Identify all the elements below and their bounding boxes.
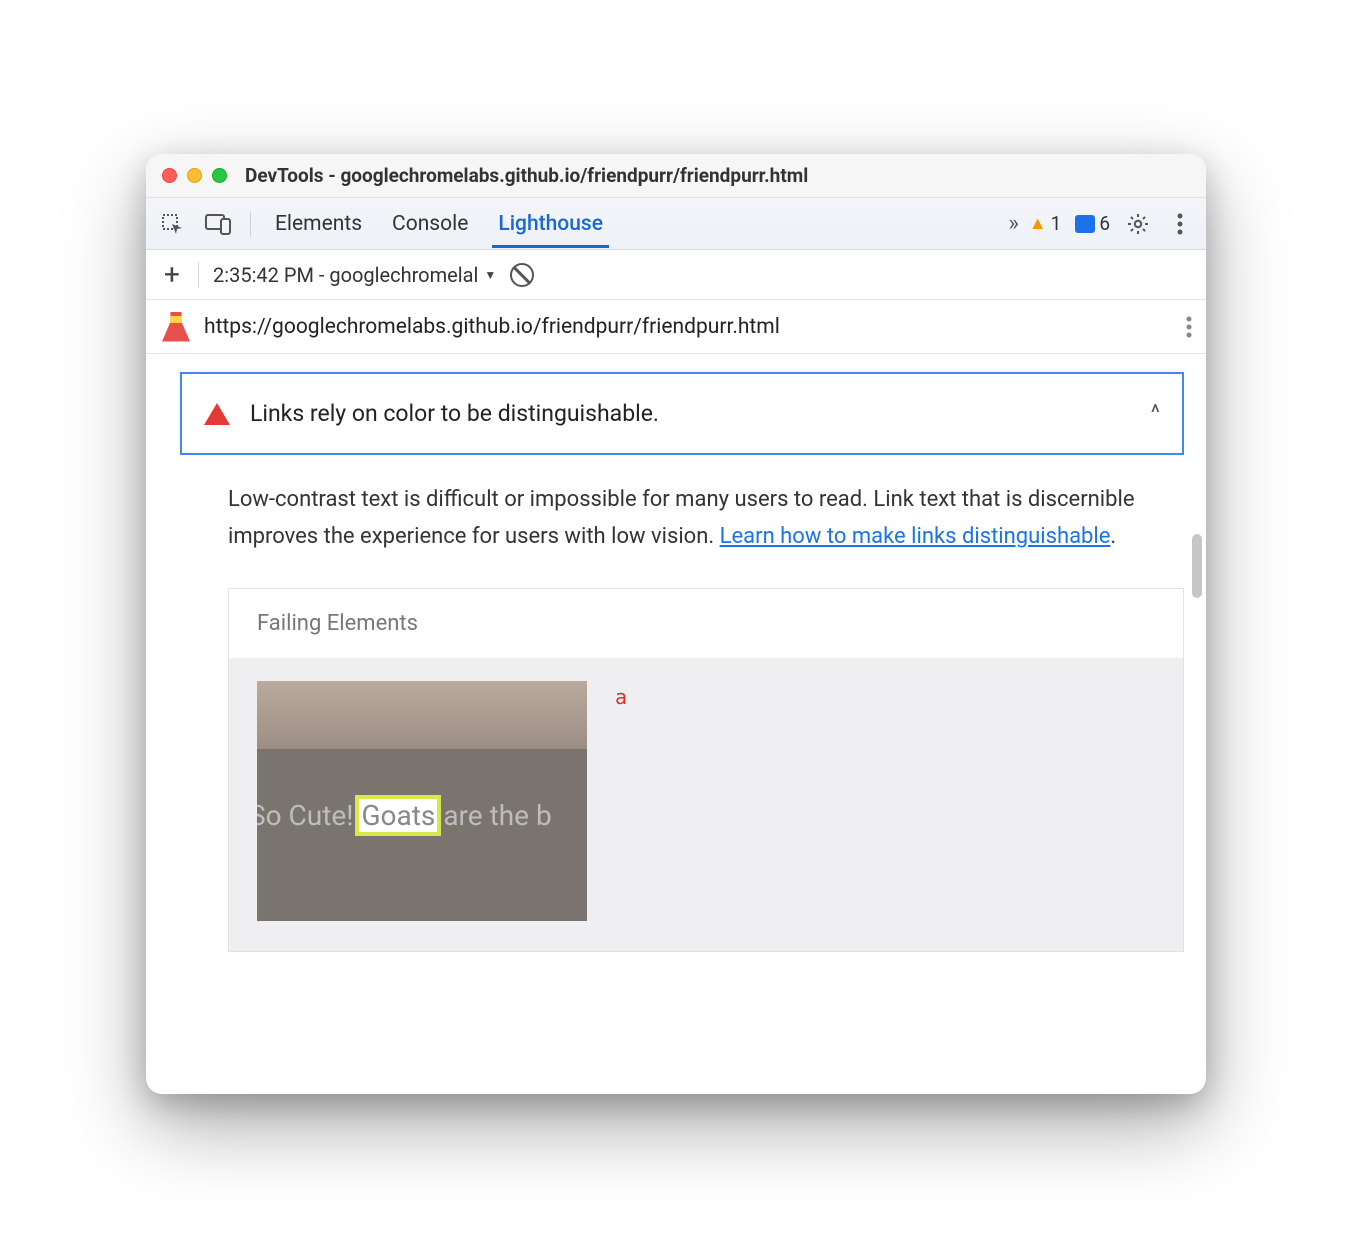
window-controls (162, 168, 227, 183)
report-url-row: https://googlechromelabs.github.io/frien… (146, 300, 1206, 354)
screenshot-text-pre: So Cute! (257, 799, 353, 832)
window-titlebar: DevTools - googlechromelabs.github.io/fr… (146, 154, 1206, 198)
report-url: https://googlechromelabs.github.io/frien… (204, 315, 780, 339)
lighthouse-icon (162, 312, 190, 342)
settings-icon[interactable] (1124, 210, 1152, 238)
window-title: DevTools - googlechromelabs.github.io/fr… (245, 164, 808, 187)
audit-description: Low-contrast text is difficult or imposs… (180, 481, 1184, 556)
screenshot-highlight: Goats (359, 799, 437, 832)
element-screenshot[interactable]: So Cute! Goats are the b (257, 681, 587, 921)
failing-elements-body: So Cute! Goats are the b a (229, 659, 1183, 951)
lighthouse-subbar: + 2:35:42 PM - googlechromelal ▼ (146, 250, 1206, 300)
failing-element-tag[interactable]: a (615, 681, 627, 709)
report-selector-label: 2:35:42 PM - googlechromelal (213, 263, 478, 287)
dropdown-icon: ▼ (484, 268, 496, 282)
audit-summary[interactable]: Links rely on color to be distinguishabl… (180, 372, 1184, 455)
subbar-divider (198, 262, 199, 288)
devtools-toolbar: Elements Console Lighthouse » ▲ 1 6 (146, 198, 1206, 250)
failing-elements-heading: Failing Elements (229, 589, 1183, 659)
inspect-element-icon[interactable] (158, 210, 186, 238)
report-content: Links rely on color to be distinguishabl… (146, 354, 1206, 1094)
devtools-window: DevTools - googlechromelabs.github.io/fr… (146, 154, 1206, 1094)
warnings-badge[interactable]: ▲ 1 (1029, 212, 1062, 235)
report-selector[interactable]: 2:35:42 PM - googlechromelal ▼ (213, 263, 496, 287)
toolbar-divider (250, 211, 251, 237)
warning-icon: ▲ (1029, 213, 1047, 234)
screenshot-text-post: are the b (443, 799, 551, 832)
learn-more-link[interactable]: Learn how to make links distinguishable (720, 524, 1111, 549)
failing-elements-panel: Failing Elements So Cute! Goats are the … (228, 588, 1184, 952)
more-tabs-icon[interactable]: » (1008, 211, 1014, 236)
tab-lighthouse[interactable]: Lighthouse (492, 200, 609, 248)
minimize-window-button[interactable] (187, 168, 202, 183)
audit-title: Links rely on color to be distinguishabl… (250, 400, 1131, 427)
clear-report-icon[interactable] (510, 263, 534, 287)
issues-count: 6 (1099, 212, 1110, 235)
audit-description-post: . (1110, 524, 1116, 549)
tab-console[interactable]: Console (386, 200, 474, 248)
collapse-icon: ^ (1151, 401, 1160, 426)
issues-icon (1075, 215, 1095, 233)
close-window-button[interactable] (162, 168, 177, 183)
new-report-button[interactable]: + (160, 258, 184, 291)
more-options-icon[interactable] (1166, 210, 1194, 238)
issues-badge[interactable]: 6 (1075, 212, 1110, 235)
tab-elements[interactable]: Elements (269, 200, 368, 248)
screenshot-text: So Cute! Goats are the b (257, 799, 587, 832)
warnings-count: 1 (1051, 212, 1062, 235)
scrollbar-thumb[interactable] (1192, 534, 1202, 598)
device-toolbar-icon[interactable] (204, 210, 232, 238)
screenshot-bg (257, 681, 587, 749)
zoom-window-button[interactable] (212, 168, 227, 183)
fail-triangle-icon (204, 403, 230, 425)
toolbar-right: » ▲ 1 6 (1008, 210, 1194, 238)
report-menu-icon[interactable] (1186, 316, 1192, 338)
